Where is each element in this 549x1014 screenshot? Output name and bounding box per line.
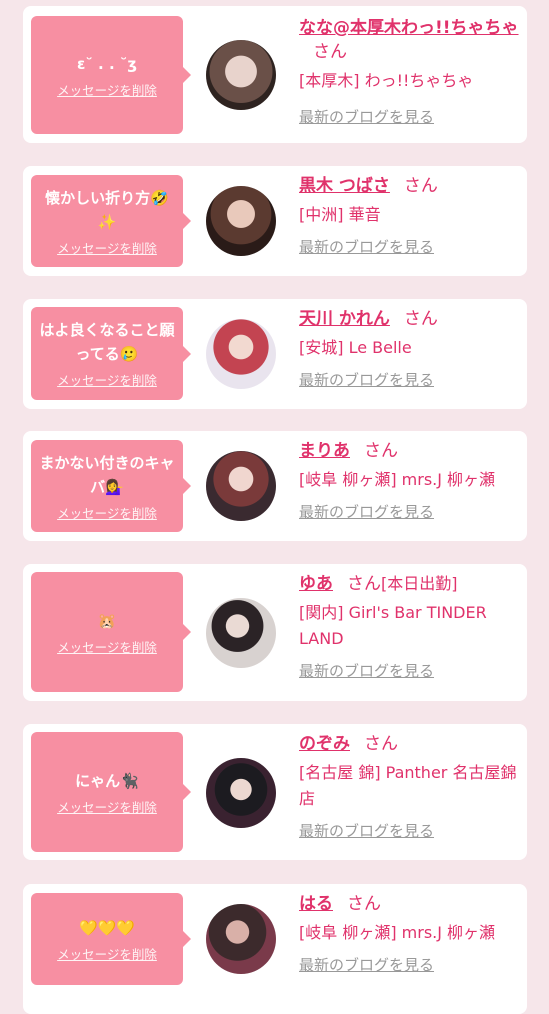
name-line: 黒木 つばさ さん [299,174,523,198]
blog-link[interactable]: 最新のブログを見る [299,369,523,391]
blog-link[interactable]: 最新のブログを見る [299,106,523,128]
message-text: ɛ˘ . . ˘ʒ [76,54,138,73]
message-text: にゃん🐈‍⬛ [75,771,139,790]
message-card: はよ良くなること願ってる🥲 メッセージを削除 天川 かれん さん [安城] Le … [23,299,527,409]
shop-name: [中洲] 華音 [299,205,381,224]
avatar[interactable] [206,186,276,256]
name-line: ゆあ さん[本日出勤] [299,572,523,596]
avatar[interactable] [206,319,276,389]
name-line: まりあ さん [299,439,523,463]
cast-name-link[interactable]: 黒木 つばさ [299,176,390,196]
honorific: さん [403,309,438,329]
message-card: にゃん🐈‍⬛ メッセージを削除 のぞみ さん [名古屋 錦] Panther 名古… [23,724,527,860]
message-bubble: 懐かしい折り方🤣✨ メッセージを削除 [31,175,191,267]
blog-link[interactable]: 最新のブログを見る [299,820,523,842]
blog-link[interactable]: 最新のブログを見る [299,236,523,258]
message-card: 💛💛💛 メッセージを削除 はる さん [岐阜 柳ヶ瀬] mrs.J 柳ヶ瀬 最新の… [23,884,527,1014]
shop-name: [関内] Girl's Bar TINDER LAND [299,603,487,648]
cast-name-link[interactable]: 天川 かれん [299,309,390,329]
message-bubble: まかない付きのキャバ💁‍♀️ メッセージを削除 [31,440,191,532]
name-line: のぞみ さん [299,732,523,756]
shop-name: [本厚木] わっ!!ちゃちゃ [299,71,474,90]
cast-info: ゆあ さん[本日出勤] [関内] Girl's Bar TINDER LAND 最… [299,572,523,682]
cast-name-link[interactable]: ゆあ [299,574,333,594]
delete-message-link[interactable]: メッセージを削除 [57,944,157,963]
message-bubble: はよ良くなること願ってる🥲 メッセージを削除 [31,307,191,400]
message-card: ɛ˘ . . ˘ʒ メッセージを削除 なな@本厚木わっ!!ちゃちゃさん [本厚木… [23,6,527,143]
avatar[interactable] [206,40,276,110]
honorific: さん [364,734,398,754]
delete-message-link[interactable]: メッセージを削除 [57,797,157,816]
cast-info: 黒木 つばさ さん [中洲] 華音 最新のブログを見る [299,174,523,258]
message-bubble: 💛💛💛 メッセージを削除 [31,893,191,985]
name-line: はる さん [299,892,523,916]
delete-message-link[interactable]: メッセージを削除 [57,637,157,656]
message-card: 懐かしい折り方🤣✨ メッセージを削除 黒木 つばさ さん [中洲] 華音 最新のブ… [23,166,527,276]
shop-name: [安城] Le Belle [299,338,412,357]
blog-link[interactable]: 最新のブログを見る [299,660,523,682]
shop-name: [岐阜 柳ヶ瀬] mrs.J 柳ヶ瀬 [299,923,496,942]
message-bubble: にゃん🐈‍⬛ メッセージを削除 [31,732,191,852]
avatar[interactable] [206,904,276,974]
delete-message-link[interactable]: メッセージを削除 [57,80,157,99]
honorific: さん [364,441,398,461]
blog-link[interactable]: 最新のブログを見る [299,501,523,523]
message-card: 🐹 メッセージを削除 ゆあ さん[本日出勤] [関内] Girl's Bar TI… [23,564,527,701]
message-bubble: ɛ˘ . . ˘ʒ メッセージを削除 [31,16,191,134]
cast-info: まりあ さん [岐阜 柳ヶ瀬] mrs.J 柳ヶ瀬 最新のブログを見る [299,439,523,523]
attendance-status: [本日出勤] [381,574,458,593]
delete-message-link[interactable]: メッセージを削除 [57,238,157,257]
honorific: さん [347,574,381,594]
name-line: 天川 かれん さん [299,307,523,331]
honorific: さん [403,176,438,196]
cast-info: なな@本厚木わっ!!ちゃちゃさん [本厚木] わっ!!ちゃちゃ 最新のブログを見… [299,16,523,128]
avatar[interactable] [206,451,276,521]
shop-name: [名古屋 錦] Panther 名古屋錦店 [299,763,517,808]
name-line: なな@本厚木わっ!!ちゃちゃさん [299,16,523,64]
message-text: 💛💛💛 [78,918,136,937]
honorific: さん [347,894,381,914]
cast-name-link[interactable]: はる [299,894,333,914]
cast-info: のぞみ さん [名古屋 錦] Panther 名古屋錦店 最新のブログを見る [299,732,523,842]
cast-info: はる さん [岐阜 柳ヶ瀬] mrs.J 柳ヶ瀬 最新のブログを見る [299,892,523,976]
message-text: まかない付きのキャバ💁‍♀️ [39,453,175,496]
blog-link[interactable]: 最新のブログを見る [299,954,523,976]
honorific: さん [313,42,347,62]
message-bubble: 🐹 メッセージを削除 [31,572,191,692]
message-card: まかない付きのキャバ💁‍♀️ メッセージを削除 まりあ さん [岐阜 柳ヶ瀬] m… [23,431,527,541]
cast-name-link[interactable]: なな@本厚木わっ!!ちゃちゃ [299,18,519,38]
delete-message-link[interactable]: メッセージを削除 [57,370,157,389]
message-text: 🐹 [97,611,117,630]
message-text: はよ良くなること願ってる🥲 [39,321,175,363]
shop-name: [岐阜 柳ヶ瀬] mrs.J 柳ヶ瀬 [299,470,496,489]
delete-message-link[interactable]: メッセージを削除 [57,503,157,522]
cast-name-link[interactable]: まりあ [299,441,350,461]
cast-name-link[interactable]: のぞみ [299,734,350,754]
avatar[interactable] [206,598,276,668]
message-text: 懐かしい折り方🤣✨ [45,188,169,231]
cast-info: 天川 かれん さん [安城] Le Belle 最新のブログを見る [299,307,523,391]
avatar[interactable] [206,758,276,828]
